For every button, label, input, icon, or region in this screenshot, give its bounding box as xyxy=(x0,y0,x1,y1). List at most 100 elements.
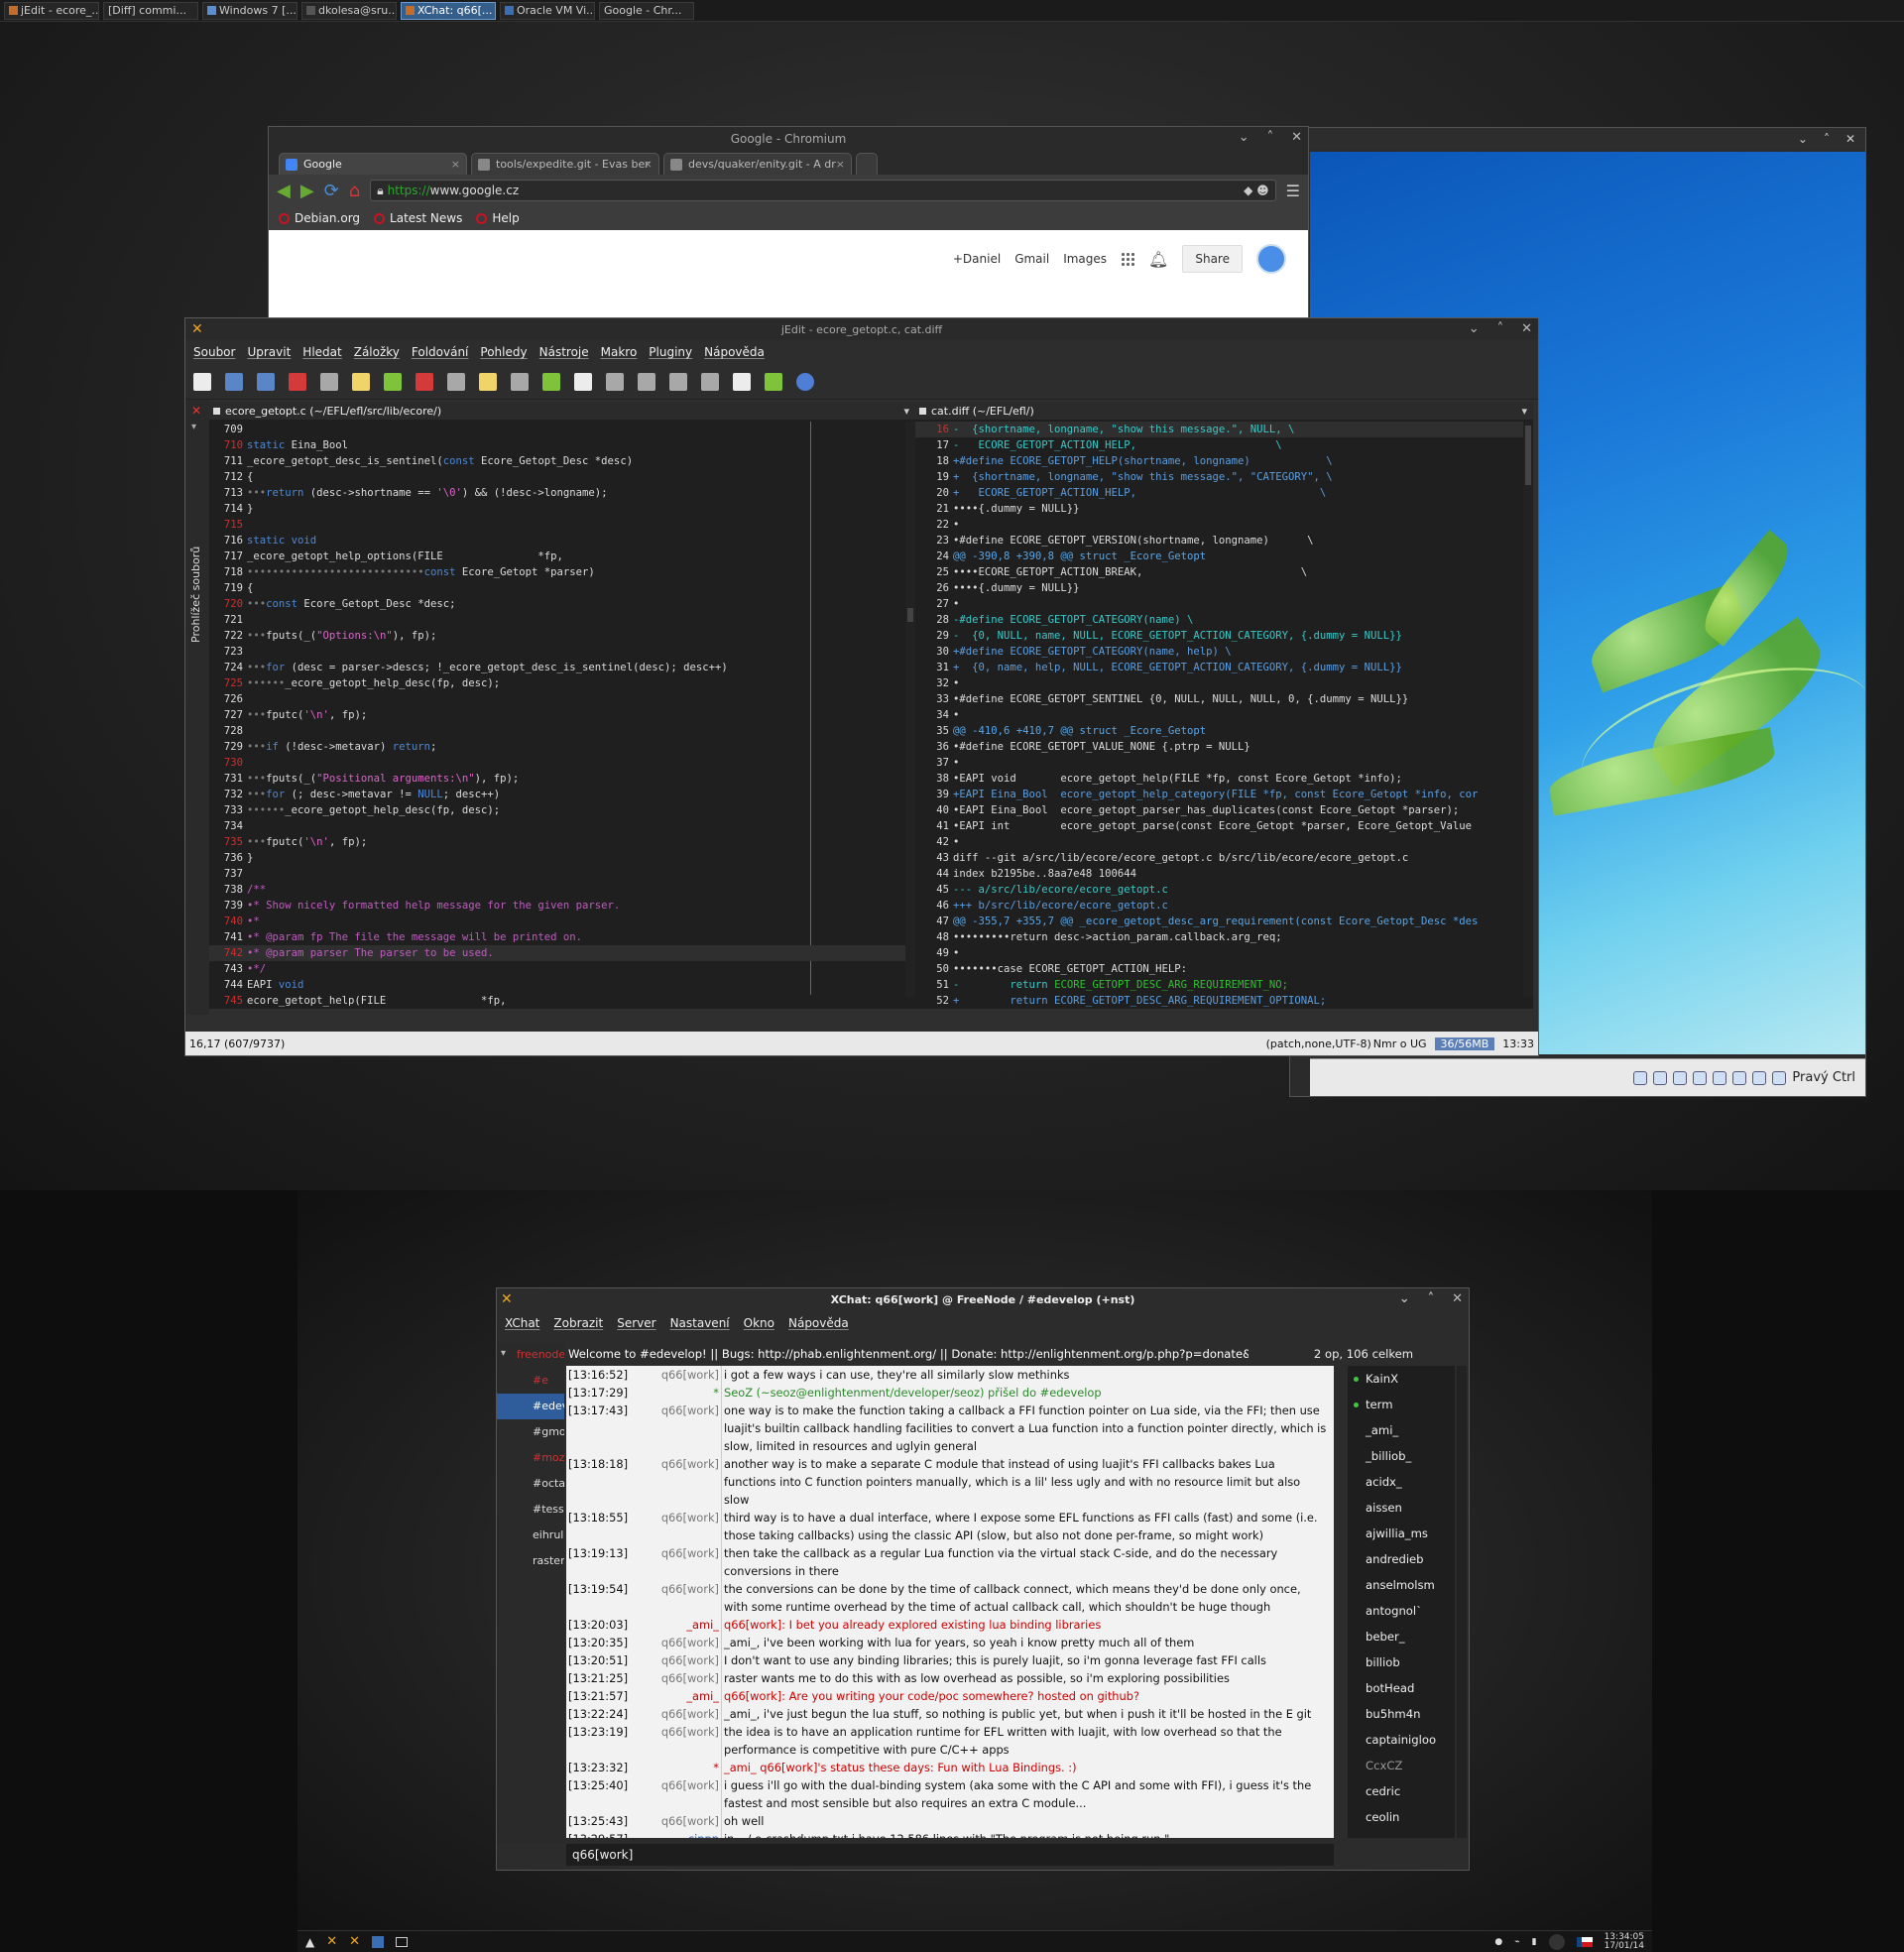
menu-item[interactable]: Nápověda xyxy=(788,1316,849,1330)
nick[interactable]: q66[work] xyxy=(646,1669,721,1687)
usb-icon[interactable] xyxy=(1673,1070,1688,1085)
avatar[interactable] xyxy=(1256,244,1286,274)
cut-icon[interactable] xyxy=(416,372,433,391)
paste-icon[interactable] xyxy=(479,372,497,391)
address-bar[interactable]: 🔒︎ https://www.google.cz ◆ ☻ xyxy=(370,180,1276,201)
unsplit-icon[interactable] xyxy=(669,372,687,391)
user-list-item[interactable]: billiob xyxy=(1348,1649,1455,1675)
user-list-item[interactable]: aissen xyxy=(1348,1495,1455,1521)
user-list-item[interactable]: andredieb xyxy=(1348,1546,1455,1572)
home-icon[interactable]: ⌂ xyxy=(349,181,360,201)
chevron-down-icon[interactable]: ▾ xyxy=(903,405,909,418)
menu-item[interactable]: Soubor xyxy=(193,345,235,359)
moon-tray-icon[interactable] xyxy=(1548,1933,1565,1950)
close-icon[interactable]: ✕ xyxy=(1452,1291,1463,1306)
display-tray-icon[interactable] xyxy=(396,1936,409,1947)
code-area[interactable]: 709 710 static Eina_Bool 711 _ecore_getopt_d… xyxy=(209,422,915,1009)
buffer-mode[interactable]: (patch,none,UTF-8) xyxy=(1266,1037,1371,1050)
nick[interactable]: q66[work] xyxy=(646,1455,721,1509)
maximize-icon[interactable]: ˄ xyxy=(1824,132,1830,146)
channel-topic[interactable]: Welcome to #edevelop! || Bugs: http://ph… xyxy=(566,1344,1249,1364)
close-icon[interactable]: ✕ xyxy=(1845,132,1855,146)
nick[interactable]: q66[work] xyxy=(646,1402,721,1455)
menu-item[interactable]: Nápověda xyxy=(704,345,765,359)
share-button[interactable]: Share xyxy=(1182,245,1243,273)
nick[interactable]: q66[work] xyxy=(646,1705,721,1723)
menu-item[interactable]: Zobrazit xyxy=(553,1316,603,1330)
notifications-bell-icon[interactable]: 🔔︎ xyxy=(1148,250,1168,269)
redo-icon[interactable] xyxy=(384,372,402,391)
message-input[interactable]: q66[work] xyxy=(566,1844,1334,1866)
clipboard-tray-icon[interactable]: ▮ xyxy=(1532,1937,1537,1947)
user-list-item[interactable]: beber_ xyxy=(1348,1624,1455,1649)
menu-item[interactable]: Nastavení xyxy=(670,1316,730,1330)
user-list-item[interactable]: _ami_ xyxy=(1348,1417,1455,1443)
shared-folder-icon[interactable] xyxy=(1693,1070,1708,1085)
back-arrow-icon[interactable]: ◀ xyxy=(277,181,291,201)
user-list-item[interactable]: cippp xyxy=(1348,1830,1455,1838)
close-buffer-icon[interactable]: ✕ xyxy=(191,404,201,418)
buffer-switcher[interactable]: cat.diff (~/EFL/efl/) ▾ xyxy=(915,402,1533,420)
maximize-icon[interactable]: ˄ xyxy=(1428,1291,1435,1306)
bookmark-debian[interactable]: Debian.org xyxy=(279,211,360,225)
nick[interactable]: q66[work] xyxy=(646,1544,721,1580)
find-in-files-icon[interactable] xyxy=(542,372,560,391)
user-list-item[interactable]: bu5hm4n xyxy=(1348,1701,1455,1727)
nick[interactable]: q66[work] xyxy=(646,1366,721,1384)
tab-expedite[interactable]: tools/expedite.git - Evas ber × xyxy=(471,153,659,175)
vm-tray-icon[interactable] xyxy=(372,1935,385,1948)
close-tab-icon[interactable]: × xyxy=(451,158,460,171)
menu-item[interactable]: Nástroje xyxy=(539,345,589,359)
menu-item[interactable]: Upravit xyxy=(247,345,291,359)
google-plus-link[interactable]: +Daniel xyxy=(953,252,1001,266)
file-browser-tab[interactable]: Prohlížeč souborů xyxy=(189,547,202,643)
channel-tree-item[interactable]: #gmod xyxy=(497,1419,564,1445)
minimize-icon[interactable]: ⌄ xyxy=(1239,130,1250,145)
minimize-icon[interactable]: ⌄ xyxy=(1399,1291,1410,1306)
channel-tree-item[interactable]: eihrul xyxy=(497,1523,564,1548)
channel-tree-item[interactable]: #tessel xyxy=(497,1497,564,1523)
bookmark-latest-news[interactable]: Latest News xyxy=(374,211,462,225)
new-tab-button[interactable] xyxy=(856,153,878,175)
user-list-item[interactable]: KainX xyxy=(1348,1366,1455,1392)
close-icon[interactable]: ✕ xyxy=(1521,321,1532,336)
nick[interactable]: q66[work] xyxy=(646,1651,721,1669)
menu-item[interactable]: XChat xyxy=(505,1316,539,1330)
nick[interactable]: _ami_ xyxy=(646,1616,721,1634)
open-file-icon[interactable] xyxy=(225,372,243,391)
menu-item[interactable]: Záložky xyxy=(354,345,400,359)
user-list-item[interactable]: captainigloo xyxy=(1348,1727,1455,1753)
user-list[interactable]: KainX term _ami_ _billiob_ acidx_ aissen ajwil… xyxy=(1348,1366,1455,1838)
user-list-item[interactable]: _billiob_ xyxy=(1348,1443,1455,1469)
channel-tree-item[interactable]: #edevelop xyxy=(497,1394,564,1419)
close-icon[interactable]: ✕ xyxy=(1291,130,1302,145)
extension-icon[interactable]: ◆ ☻ xyxy=(1244,183,1269,197)
display-icon[interactable] xyxy=(1713,1070,1727,1085)
user-list-item[interactable]: antognol` xyxy=(1348,1598,1455,1624)
nick[interactable]: cippp xyxy=(646,1830,721,1838)
minimize-icon[interactable]: ⌄ xyxy=(1469,321,1480,336)
user-list-item[interactable]: CcxCZ xyxy=(1348,1753,1455,1778)
gmail-link[interactable]: Gmail xyxy=(1014,252,1049,266)
hdd-icon[interactable] xyxy=(1633,1070,1648,1085)
nick[interactable]: q66[work] xyxy=(646,1723,721,1759)
close-tab-icon[interactable]: × xyxy=(644,158,653,171)
buffer-options-icon[interactable] xyxy=(701,372,719,391)
chat-log[interactable]: [13:16:52] q66[work] i got a few ways i ca… xyxy=(566,1366,1334,1838)
minimize-icon[interactable]: ⌄ xyxy=(1798,132,1808,146)
bookmark-help[interactable]: Help xyxy=(476,211,520,225)
taskbar-item-jedit[interactable]: jEdit - ecore_... xyxy=(4,1,99,20)
czech-flag-icon[interactable] xyxy=(1576,1936,1593,1947)
taskbar-item-terminal[interactable]: dkolesa@sru... xyxy=(301,1,397,20)
user-list-item[interactable]: ajwillia_ms xyxy=(1348,1521,1455,1546)
menu-item[interactable]: Pohledy xyxy=(480,345,527,359)
new-file-icon[interactable] xyxy=(193,372,211,391)
user-list-item[interactable]: cedric xyxy=(1348,1778,1455,1804)
dock-menu-icon[interactable]: ▾ xyxy=(191,422,196,432)
expander-icon[interactable]: ▾ xyxy=(501,1348,506,1359)
nick[interactable]: q66[work] xyxy=(646,1634,721,1651)
memory-status[interactable]: 36/56MB xyxy=(1434,1037,1495,1050)
nick[interactable]: _ami_ xyxy=(646,1687,721,1705)
code-area[interactable]: 16 - {shortname, longname, "show this mes… xyxy=(915,422,1533,1009)
tab-google[interactable]: Google × xyxy=(279,153,467,175)
